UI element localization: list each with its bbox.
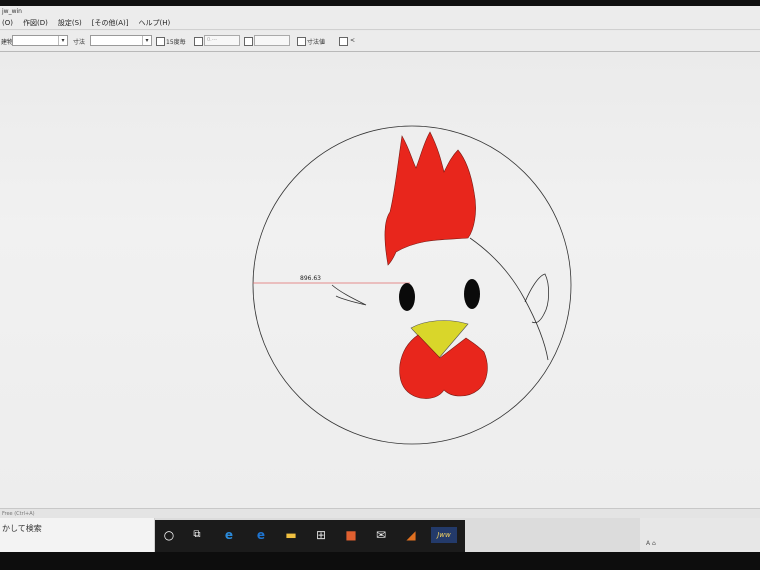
layer-select[interactable]: ▾ [12, 35, 68, 46]
menu-item-0[interactable]: (O) [2, 17, 13, 29]
menu-item-settings[interactable]: 設定(S) [58, 17, 82, 29]
attribute-toolbar: 建物 ▾ 寸法 ▾ 15度毎 0.--- 寸法値 < [0, 31, 760, 52]
drawing-svg: 896.63 [252, 125, 572, 445]
menu-item-help[interactable]: ヘルプ(H) [138, 17, 170, 29]
jww-icon[interactable]: Jww [431, 527, 457, 543]
status-text: Free (Ctrl+A) [2, 511, 35, 517]
drawing-canvas[interactable]: 896.63 [0, 52, 760, 508]
store-icon[interactable]: ⊞ [313, 527, 329, 543]
head-outline [469, 237, 549, 361]
chevron-down-icon: ▾ [142, 36, 151, 45]
cortana-icon[interactable]: ○ [161, 527, 177, 543]
monitor-bezel-bottom [0, 552, 760, 570]
menu-item-other[interactable]: [その他(A)] [92, 17, 129, 29]
radius-placeholder: 0.--- [207, 37, 218, 43]
edge-icon[interactable]: e [221, 527, 237, 543]
search-box[interactable]: かして検索 [0, 518, 155, 552]
right-eye [464, 279, 480, 309]
offset-checkbox[interactable] [244, 37, 253, 46]
dimension-label: 寸法 [73, 39, 86, 46]
angle-15-checkbox[interactable] [156, 37, 165, 46]
dimension-value-label: 寸法値 [307, 39, 326, 46]
comb-shape [384, 131, 476, 266]
dimension-text: 896.63 [300, 275, 321, 282]
media-icon[interactable]: ■ [343, 527, 359, 543]
file-explorer-icon[interactable]: ▬ [283, 527, 299, 543]
ie-icon[interactable]: e [253, 527, 269, 543]
dimension-value-checkbox[interactable] [297, 37, 306, 46]
radius-field[interactable]: 0.--- [204, 35, 240, 46]
menu-bar: (O) 作図(D) 設定(S) [その他(A)] ヘルプ(H) [0, 17, 760, 30]
matlab-icon[interactable]: ◢ [403, 527, 419, 543]
wing-outline-right [524, 273, 550, 324]
jww-label: Jww [437, 531, 451, 539]
angle-15-label: 15度毎 [166, 39, 186, 46]
taskbar-apps: ○ ⧉ e e ▬ ⊞ ■ ✉ ◢ Jww [155, 520, 465, 552]
search-text: かして検索 [2, 524, 42, 533]
task-view-icon[interactable]: ⧉ [189, 527, 205, 543]
tray-text: A ⌂ [646, 540, 656, 547]
radius-checkbox[interactable] [194, 37, 203, 46]
wing-outline-left [331, 284, 367, 306]
taskbar: かして検索 ○ ⧉ e e ▬ ⊞ ■ ✉ ◢ Jww A ⌂ [0, 518, 760, 552]
menu-item-draw[interactable]: 作図(D) [23, 17, 48, 29]
mail-icon[interactable]: ✉ [373, 527, 389, 543]
screen: jw_win (O) 作図(D) 設定(S) [その他(A)] ヘルプ(H) 建… [0, 0, 760, 570]
offset-field[interactable] [254, 35, 290, 46]
dimension-select[interactable]: ▾ [90, 35, 152, 46]
system-tray: A ⌂ [640, 518, 760, 552]
angle-label: < [350, 37, 356, 44]
chevron-down-icon: ▾ [58, 36, 67, 45]
left-eye [399, 283, 415, 311]
window-title: jw_win [2, 8, 22, 15]
angle-checkbox[interactable] [339, 37, 348, 46]
